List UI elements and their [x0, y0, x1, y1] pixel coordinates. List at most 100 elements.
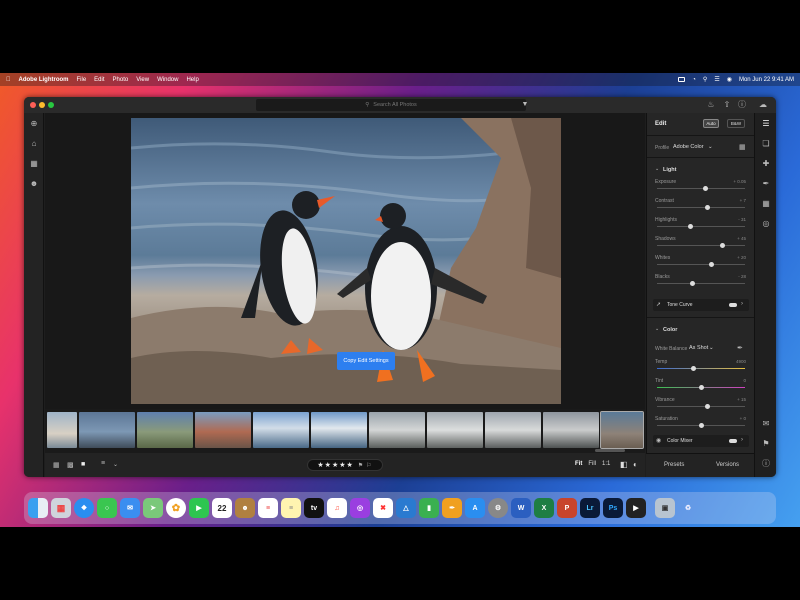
- menu-file[interactable]: File: [77, 77, 87, 83]
- minimize-window-button[interactable]: [39, 102, 45, 108]
- comments-icon[interactable]: ✉: [761, 419, 771, 429]
- lightroom-icon[interactable]: Lr: [580, 498, 600, 518]
- slider-knob[interactable]: [719, 242, 725, 248]
- star-rating[interactable]: ★★★★★ ⚑ ⚐: [307, 459, 383, 471]
- filmstrip-thumbnail[interactable]: [195, 412, 251, 448]
- word-icon[interactable]: W: [511, 498, 531, 518]
- filmstrip-thumbnail[interactable]: [543, 412, 599, 448]
- eyedropper-icon[interactable]: ✒: [737, 344, 743, 352]
- cloud-sync-icon[interactable]: ☁: [757, 101, 769, 109]
- wifi-icon[interactable]: ◔: [692, 77, 696, 83]
- slider-value[interactable]: + 15: [737, 397, 746, 402]
- filmstrip-thumbnail[interactable]: [485, 412, 541, 448]
- radial-icon[interactable]: ◎: [761, 219, 771, 229]
- apple-icon[interactable]: : [6, 77, 11, 83]
- white-balance-chevron-icon[interactable]: ⌄: [709, 345, 714, 351]
- slider-value[interactable]: + 0: [740, 416, 746, 421]
- bw-button[interactable]: B&W: [727, 119, 745, 128]
- menu-edit[interactable]: Edit: [94, 77, 104, 83]
- edit-sliders-icon[interactable]: ☰: [761, 119, 771, 129]
- keywords-icon[interactable]: ⚑: [761, 439, 771, 449]
- music-icon[interactable]: ♫: [327, 498, 347, 518]
- slider-knob[interactable]: [698, 422, 704, 428]
- slider-value[interactable]: + 20: [737, 255, 746, 260]
- info-icon[interactable]: ⓘ: [761, 459, 771, 469]
- slider-track[interactable]: [657, 365, 745, 371]
- reminders-icon[interactable]: ≡: [258, 498, 278, 518]
- slider-value[interactable]: 4900: [736, 359, 746, 364]
- color-mixer-toggle[interactable]: [729, 439, 737, 443]
- siri-icon[interactable]: ◉: [727, 76, 732, 83]
- filmstrip-thumbnail[interactable]: [137, 412, 193, 448]
- tone-curve-row[interactable]: ➚ Tone Curve ›: [653, 299, 749, 311]
- slider-knob[interactable]: [689, 280, 695, 286]
- white-balance-dropdown[interactable]: As Shot: [689, 345, 708, 351]
- control-center-icon[interactable]: ☰: [714, 76, 719, 83]
- photo-grid-icon[interactable]: ▩: [67, 461, 74, 469]
- tone-curve-toggle[interactable]: [729, 303, 737, 307]
- slider-track[interactable]: [657, 261, 745, 267]
- zoom-fill[interactable]: Fill: [588, 461, 596, 467]
- numbers-icon[interactable]: ▮: [419, 498, 439, 518]
- slider-track[interactable]: [657, 204, 745, 210]
- sort-icon[interactable]: ≡: [101, 460, 105, 467]
- mail-icon[interactable]: ✉: [120, 498, 140, 518]
- safari-icon[interactable]: ❖: [74, 498, 94, 518]
- menu-clock[interactable]: Mon Jun 22 9:41 AM: [739, 77, 794, 83]
- podcasts-icon[interactable]: ◎: [350, 498, 370, 518]
- color-section-title[interactable]: Color: [663, 327, 677, 333]
- messages-icon[interactable]: ○: [97, 498, 117, 518]
- slider-knob[interactable]: [702, 185, 708, 191]
- slider-track[interactable]: [657, 422, 745, 428]
- close-window-button[interactable]: [30, 102, 36, 108]
- filmstrip-thumbnail-selected[interactable]: [600, 411, 644, 449]
- copy-edit-settings-button[interactable]: Copy Edit Settings: [337, 352, 395, 370]
- slider-knob[interactable]: [687, 223, 693, 229]
- settings-icon[interactable]: ⚙: [488, 498, 508, 518]
- app-menu[interactable]: Adobe Lightroom: [19, 77, 69, 83]
- detail-view-icon[interactable]: ■: [81, 461, 85, 468]
- healing-icon[interactable]: ✚: [761, 159, 771, 169]
- slider-knob[interactable]: [691, 365, 697, 371]
- slider-track[interactable]: [657, 384, 745, 390]
- library-icon[interactable]: ▦: [29, 159, 39, 169]
- menu-view[interactable]: View: [136, 77, 149, 83]
- filmstrip-thumbnail[interactable]: [427, 412, 483, 448]
- zoom-fit[interactable]: Fit: [575, 461, 582, 467]
- menu-help[interactable]: Help: [186, 77, 198, 83]
- filmstrip-thumbnail[interactable]: [253, 412, 309, 448]
- slider-track[interactable]: [657, 242, 745, 248]
- color-mixer-expand-icon[interactable]: ›: [741, 437, 743, 443]
- compare-view-icon[interactable]: ◧: [620, 460, 628, 469]
- help-icon[interactable]: ⓘ: [738, 101, 746, 109]
- sort-dropdown-chevron-icon[interactable]: ⌄: [113, 461, 118, 468]
- appstore-icon[interactable]: A: [465, 498, 485, 518]
- slider-knob[interactable]: [698, 384, 704, 390]
- slider-knob[interactable]: [709, 261, 715, 267]
- people-icon[interactable]: ☻: [29, 179, 39, 189]
- rating-stars[interactable]: ★★★★★: [317, 461, 353, 469]
- slider-value[interactable]: + 7: [740, 198, 746, 203]
- slider-value[interactable]: + 0.05: [733, 179, 746, 184]
- notifications-icon[interactable]: ♨: [707, 101, 715, 109]
- slider-track[interactable]: [657, 403, 745, 409]
- light-section-title[interactable]: Light: [663, 167, 676, 173]
- brush-icon[interactable]: ✒: [761, 179, 771, 189]
- flag-pick-icon[interactable]: ⚑: [358, 462, 364, 469]
- color-collapse-chevron-icon[interactable]: ⌄: [655, 326, 659, 332]
- appletv-icon[interactable]: tv: [304, 498, 324, 518]
- menu-window[interactable]: Window: [157, 77, 178, 83]
- slider-track[interactable]: [657, 185, 745, 191]
- photoshop-icon[interactable]: Ps: [603, 498, 623, 518]
- screen-mirror-icon[interactable]: [678, 77, 686, 82]
- preview-icon[interactable]: ▣: [655, 498, 675, 518]
- filmstrip-thumbnail[interactable]: [311, 412, 367, 448]
- gradient-icon[interactable]: ▦: [761, 199, 771, 209]
- facetime-icon[interactable]: ▶: [189, 498, 209, 518]
- spotlight-icon[interactable]: ⚲: [703, 76, 707, 83]
- notes-icon[interactable]: ≡: [281, 498, 301, 518]
- search-field[interactable]: ⚲ Search All Photos: [256, 99, 526, 111]
- launchpad-icon[interactable]: ▦: [51, 498, 71, 518]
- profile-chevron-icon[interactable]: ⌄: [708, 144, 713, 150]
- slider-value[interactable]: + 45: [737, 236, 746, 241]
